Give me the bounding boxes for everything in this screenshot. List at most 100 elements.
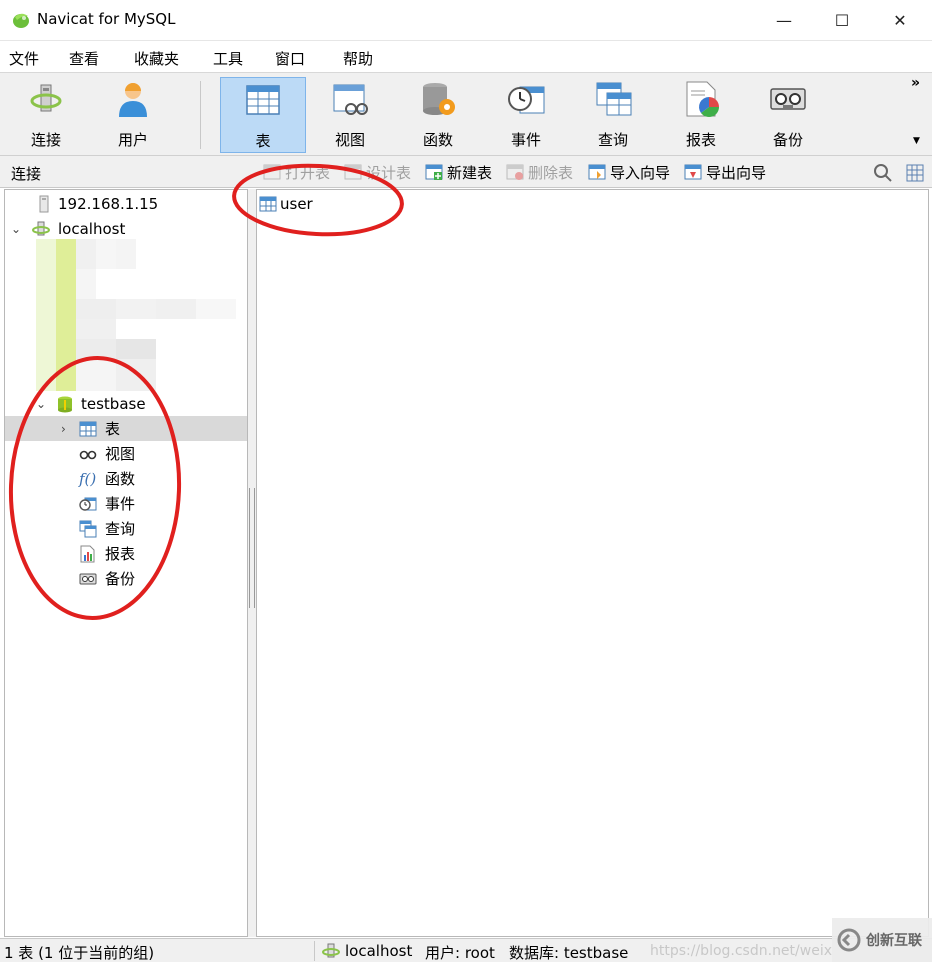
event-icon	[79, 497, 97, 511]
server-icon	[39, 195, 49, 212]
table-icon	[79, 421, 97, 436]
delete-table-label: 删除表	[528, 163, 574, 182]
menu-tools[interactable]: 工具	[213, 48, 243, 69]
open-table-button[interactable]: 打开表	[263, 161, 330, 183]
user-icon	[119, 83, 147, 117]
status-object-count: 1 表 (1 位于当前的组)	[4, 944, 155, 962]
function-icon: f()	[79, 469, 97, 488]
toolbar-view-button[interactable]: 视图	[307, 77, 393, 153]
chevron-down-icon[interactable]: ⌄	[11, 222, 21, 236]
maximize-button[interactable]: ☐	[813, 0, 871, 40]
toolbar-user-button[interactable]: 用户	[90, 77, 176, 153]
tree-connection-192-168-1-15[interactable]: 192.168.1.15	[5, 191, 247, 216]
toolbar-query-button[interactable]: 查询	[570, 77, 656, 153]
tree-item-events[interactable]: 事件	[5, 491, 247, 516]
toolbar-label: 视图	[334, 131, 365, 149]
toolbar-connection-button[interactable]: 连接	[3, 77, 89, 153]
title-bar: Navicat for MySQL — ☐ ✕	[0, 0, 932, 40]
watermark-logo-icon	[837, 928, 861, 952]
chevron-right-icon[interactable]: ›	[61, 422, 66, 436]
function-icon	[423, 83, 455, 115]
new-table-icon	[425, 164, 443, 180]
export-wizard-button[interactable]: 导出向导	[684, 161, 766, 183]
tree-item-tables[interactable]: › 表	[5, 416, 247, 441]
toolbar-label: 表	[255, 132, 271, 150]
backup-icon	[770, 88, 806, 110]
design-table-button[interactable]: 设计表	[344, 161, 411, 183]
backup-icon	[79, 573, 97, 584]
menu-view[interactable]: 查看	[69, 48, 99, 69]
minimize-icon: —	[776, 10, 792, 30]
export-wizard-label: 导出向导	[706, 163, 767, 182]
menu-help[interactable]: 帮助	[343, 48, 373, 69]
tree-item-label: testbase	[81, 394, 146, 413]
open-table-label: 打开表	[285, 163, 331, 182]
tree-item-label: 函数	[105, 470, 136, 488]
delete-table-button[interactable]: 删除表	[506, 161, 573, 183]
toolbar-report-button[interactable]: 报表	[658, 77, 744, 153]
toolbar-label: 报表	[685, 131, 716, 149]
menu-file[interactable]: 文件	[9, 48, 39, 69]
report-icon	[686, 81, 719, 117]
maximize-icon: ☐	[834, 10, 850, 30]
new-table-label: 新建表	[447, 163, 493, 182]
report-icon	[80, 545, 95, 562]
import-wizard-button[interactable]: 导入向导	[588, 161, 670, 183]
toolbar-separator	[200, 81, 201, 149]
close-button[interactable]: ✕	[871, 0, 929, 40]
close-icon: ✕	[893, 10, 907, 30]
import-icon	[588, 164, 606, 180]
toolbar-label: 用户	[117, 131, 148, 149]
watermark-url: https://blog.csdn.net/weix	[650, 943, 832, 959]
menu-bar: 文件 查看 收藏夹 工具 窗口 帮助	[0, 40, 932, 72]
menu-favorites[interactable]: 收藏夹	[134, 48, 179, 69]
design-table-icon	[344, 164, 362, 180]
connection-header-label: 连接	[11, 165, 42, 183]
tree-item-label: 事件	[105, 495, 136, 513]
open-table-icon	[263, 164, 281, 180]
toolbar-dropdown-icon[interactable]: ▼	[913, 136, 920, 146]
chevron-down-icon[interactable]: ⌄	[36, 397, 46, 411]
toolbar-backup-button[interactable]: 备份	[745, 77, 831, 153]
splitter-handle[interactable]	[249, 488, 255, 608]
toolbar-label: 事件	[510, 131, 541, 149]
tree-item-label: 表	[105, 420, 121, 438]
tree-item-label: localhost	[58, 219, 126, 238]
query-icon	[79, 520, 97, 537]
search-icon[interactable]	[873, 163, 893, 183]
toolbar-function-button[interactable]: 函数	[395, 77, 481, 153]
tree-item-views[interactable]: 视图	[5, 441, 247, 466]
watermark-logo: 创新互联	[832, 918, 932, 962]
tree-connection-localhost[interactable]: ⌄ localhost	[5, 216, 247, 241]
tree-item-label: 备份	[105, 570, 136, 588]
view-icon	[79, 450, 97, 459]
status-connection: localhost	[345, 942, 413, 960]
tree-item-queries[interactable]: 查询	[5, 516, 247, 541]
menu-window[interactable]: 窗口	[275, 48, 305, 69]
new-table-button[interactable]: 新建表	[425, 161, 492, 183]
connection-icon	[30, 84, 62, 112]
tree-item-reports[interactable]: 报表	[5, 541, 247, 566]
toolbar-event-button[interactable]: 事件	[483, 77, 569, 153]
minimize-button[interactable]: —	[755, 0, 813, 40]
design-table-label: 设计表	[366, 163, 412, 182]
window-title: Navicat for MySQL	[37, 10, 176, 28]
toolbar-more-button[interactable]: »	[911, 75, 920, 91]
status-database: 数据库: testbase	[509, 944, 629, 962]
toolbar-label: 函数	[422, 131, 453, 149]
toolbar-table-button[interactable]: 表	[220, 77, 306, 153]
delete-table-icon	[506, 164, 524, 180]
tree-item-functions[interactable]: f() 函数	[5, 466, 247, 491]
tree-item-label: 192.168.1.15	[58, 194, 159, 213]
object-item-user[interactable]: user	[259, 193, 313, 215]
view-icon	[333, 84, 368, 115]
tree-item-backups[interactable]: 备份	[5, 566, 247, 591]
import-wizard-label: 导入向导	[610, 163, 671, 182]
tree-item-label: 查询	[105, 520, 136, 538]
event-icon	[508, 86, 545, 114]
connection-icon	[32, 221, 50, 235]
database-icon	[58, 396, 72, 412]
blurred-region	[36, 239, 236, 391]
tree-database-testbase[interactable]: ⌄ testbase	[5, 391, 247, 416]
grid-view-icon[interactable]	[905, 163, 925, 183]
